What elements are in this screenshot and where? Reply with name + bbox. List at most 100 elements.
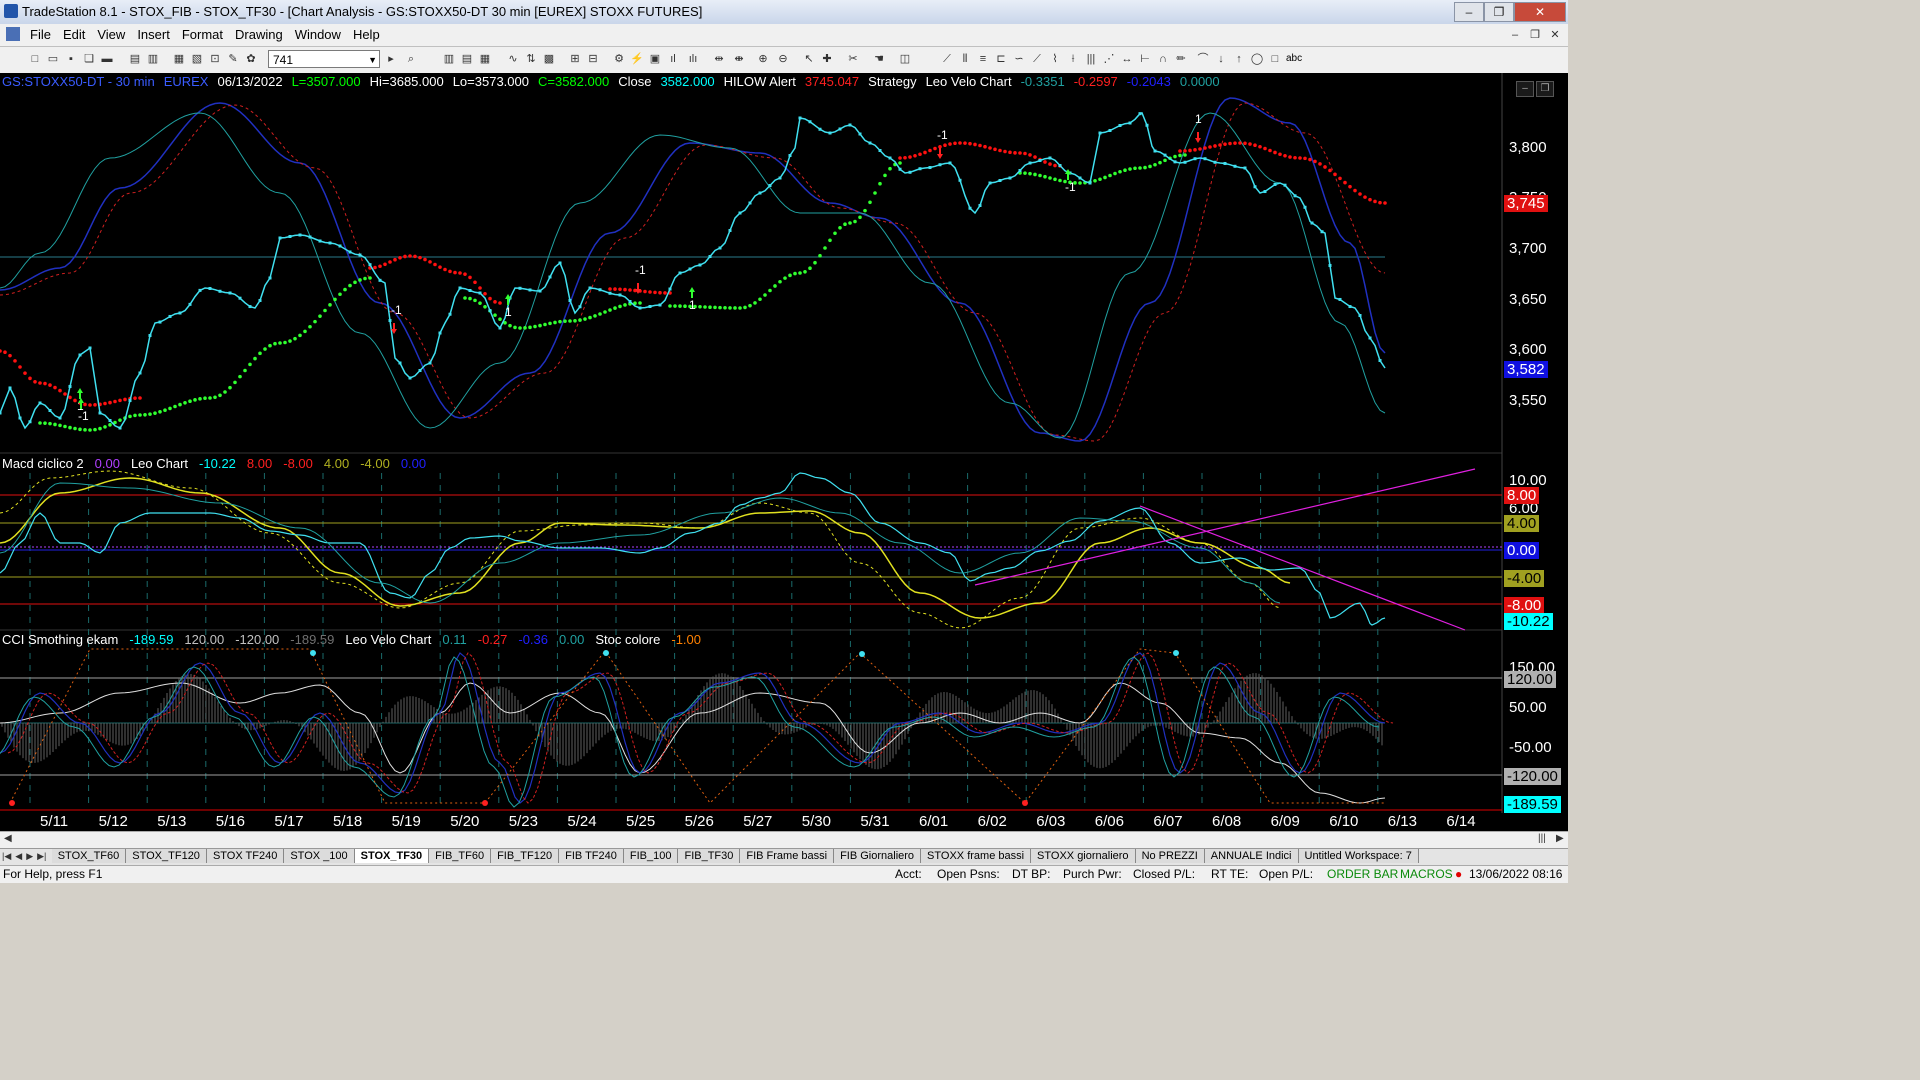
trendline-icon[interactable]: ⟋	[940, 52, 954, 66]
workspace-tab[interactable]: STOXX giornaliero	[1031, 849, 1136, 863]
pane-minimize-button[interactable]: ‒	[1516, 81, 1534, 97]
lock-icon[interactable]: ⊡	[208, 52, 222, 66]
format-chart-icon[interactable]: ▤	[460, 52, 474, 66]
grid-window-icon[interactable]: ▧	[190, 52, 204, 66]
workspace-tab[interactable]: Untitled Workspace: 7	[1298, 849, 1419, 863]
workspace-tab[interactable]: STOX _100	[284, 849, 355, 863]
text-tool[interactable]: abc	[1286, 53, 1302, 64]
arc-icon[interactable]: ∩	[1156, 52, 1170, 66]
workspace-tab[interactable]: STOXX frame bassi	[921, 849, 1032, 863]
play-icon[interactable]: ▸	[384, 52, 398, 66]
performance-icon[interactable]: ⚡	[630, 52, 644, 66]
workspace-tab[interactable]: No PREZZI	[1135, 849, 1205, 863]
pane-restore-button[interactable]: ❐	[1536, 81, 1554, 97]
vertical-lines-icon[interactable]: ⦀	[958, 52, 972, 66]
menu-edit[interactable]: Edit	[57, 24, 91, 45]
tools-icon[interactable]: ✂	[846, 52, 860, 66]
new-icon[interactable]: □	[28, 52, 42, 66]
indicator-icon[interactable]: ∿	[506, 52, 520, 66]
tab-next-icon[interactable]: ▶	[26, 851, 33, 862]
pencil-icon[interactable]: ✏	[1174, 52, 1188, 66]
status-macros[interactable]: MACROS	[1400, 867, 1453, 881]
palette-icon[interactable]: ✿	[244, 52, 258, 66]
bar-type-icon[interactable]: ılı	[686, 52, 700, 66]
workspace-tab[interactable]: FIB_100	[623, 849, 679, 863]
edit-icon[interactable]: ✎	[226, 52, 240, 66]
menu-help[interactable]: Help	[347, 24, 386, 45]
curve-icon[interactable]: ⌒	[1196, 52, 1210, 66]
arrow-horizontal-icon[interactable]: ↔	[1120, 52, 1134, 66]
workspace-tab[interactable]: STOX_TF60	[51, 849, 127, 863]
scroll-left-icon[interactable]: ◀	[4, 833, 12, 844]
folder-icon[interactable]: ▬	[100, 52, 114, 66]
restore-button[interactable]: ❐	[1484, 2, 1514, 22]
symbol-lookup-icon[interactable]: ⌕	[404, 52, 418, 66]
tab-prev-icon[interactable]: ◀	[15, 851, 22, 862]
workspace-tab[interactable]: ANNUALE Indici	[1204, 849, 1299, 863]
workspace-tab[interactable]: FIB_TF30	[678, 849, 741, 863]
chevron-down-icon[interactable]: ▼	[368, 51, 377, 69]
mdi-close-button[interactable]: ✕	[1546, 28, 1564, 43]
ellipse-icon[interactable]: ◯	[1250, 52, 1264, 66]
menu-drawing[interactable]: Drawing	[229, 24, 289, 45]
gann-icon[interactable]: ⟊	[1066, 52, 1080, 66]
menu-window[interactable]: Window	[289, 24, 347, 45]
menu-file[interactable]: File	[24, 24, 57, 45]
workspace-tab[interactable]: STOX_TF30	[354, 849, 430, 863]
chart-window-icon[interactable]: ▦	[172, 52, 186, 66]
regression-icon[interactable]: ⊢	[1138, 52, 1152, 66]
paintbar-icon[interactable]: ▩	[542, 52, 556, 66]
document-icon[interactable]	[6, 27, 20, 41]
strategy-icon[interactable]: ⇅	[524, 52, 538, 66]
workspace-tab[interactable]: FIB_TF120	[491, 849, 560, 863]
mdi-restore-button[interactable]: ❐	[1526, 28, 1544, 43]
report-icon[interactable]: ▣	[648, 52, 662, 66]
zoom-in-icon[interactable]: ⊕	[756, 52, 770, 66]
horizontal-lines-icon[interactable]: ≡	[976, 52, 990, 66]
status-order-bar[interactable]: ORDER BAR	[1327, 867, 1398, 881]
scroll-handle-icon[interactable]: |||	[1538, 833, 1546, 844]
scanner-icon[interactable]: ⊞	[568, 52, 582, 66]
rectangle-icon[interactable]: ⊏	[994, 52, 1008, 66]
data-window-icon[interactable]: ▦	[478, 52, 492, 66]
speedline-icon[interactable]: ⌇	[1048, 52, 1062, 66]
radar-icon[interactable]: ⊟	[586, 52, 600, 66]
arrow-down-icon[interactable]: ↓	[1214, 52, 1228, 66]
tab-last-icon[interactable]: ▶|	[37, 851, 46, 862]
menu-insert[interactable]: Insert	[131, 24, 176, 45]
workspace-tab[interactable]: FIB Giornaliero	[834, 849, 922, 863]
open-icon[interactable]: ▭	[46, 52, 60, 66]
workspace-tab[interactable]: STOX_TF120	[126, 849, 207, 863]
crosshair-icon[interactable]: ✚	[820, 52, 834, 66]
andrews-icon[interactable]: ⋰	[1102, 52, 1116, 66]
chart-area[interactable]: 1-11-11-1-11-1 GS:STOXX50-DT - 30 minEUR…	[0, 73, 1568, 831]
scroll-right-icon[interactable]: ▶	[1556, 833, 1564, 844]
compress-icon[interactable]: ⇼	[732, 52, 746, 66]
interval-combo[interactable]: 741 ▼	[268, 50, 380, 68]
workspace-tab[interactable]: FIB TF240	[559, 849, 624, 863]
close-button[interactable]: ✕	[1514, 2, 1566, 22]
hand-icon[interactable]: ☚	[872, 52, 886, 66]
chart-type-icon[interactable]: ıl	[666, 52, 680, 66]
mdi-minimize-button[interactable]: ‒	[1506, 29, 1524, 44]
workspace-tab[interactable]: STOX TF240	[206, 849, 285, 863]
minimize-button[interactable]: ‒	[1454, 2, 1484, 22]
fib-icon[interactable]: ⟋	[1030, 52, 1044, 66]
workspace-tab[interactable]: FIB Frame bassi	[740, 849, 835, 863]
menu-view[interactable]: View	[91, 24, 131, 45]
fib-time-icon[interactable]: |||	[1084, 52, 1098, 66]
zoom-out-icon[interactable]: ⊖	[776, 52, 790, 66]
print-preview-icon[interactable]: ▥	[146, 52, 160, 66]
save-icon[interactable]: ▪	[64, 52, 78, 66]
copy-icon[interactable]: ❏	[82, 52, 96, 66]
bar-chart-icon[interactable]: ▥	[442, 52, 456, 66]
arrow-up-icon[interactable]: ↑	[1232, 52, 1246, 66]
pointer-icon[interactable]: ↖	[802, 52, 816, 66]
print-icon[interactable]: ▤	[128, 52, 142, 66]
expand-icon[interactable]: ⇹	[712, 52, 726, 66]
channel-icon[interactable]: ∽	[1012, 52, 1026, 66]
tab-first-icon[interactable]: |◀	[2, 851, 11, 862]
menu-format[interactable]: Format	[176, 24, 229, 45]
alert-icon[interactable]: ◫	[898, 52, 912, 66]
horizontal-scrollbar[interactable]: ◀ ||| ▶	[0, 831, 1568, 849]
